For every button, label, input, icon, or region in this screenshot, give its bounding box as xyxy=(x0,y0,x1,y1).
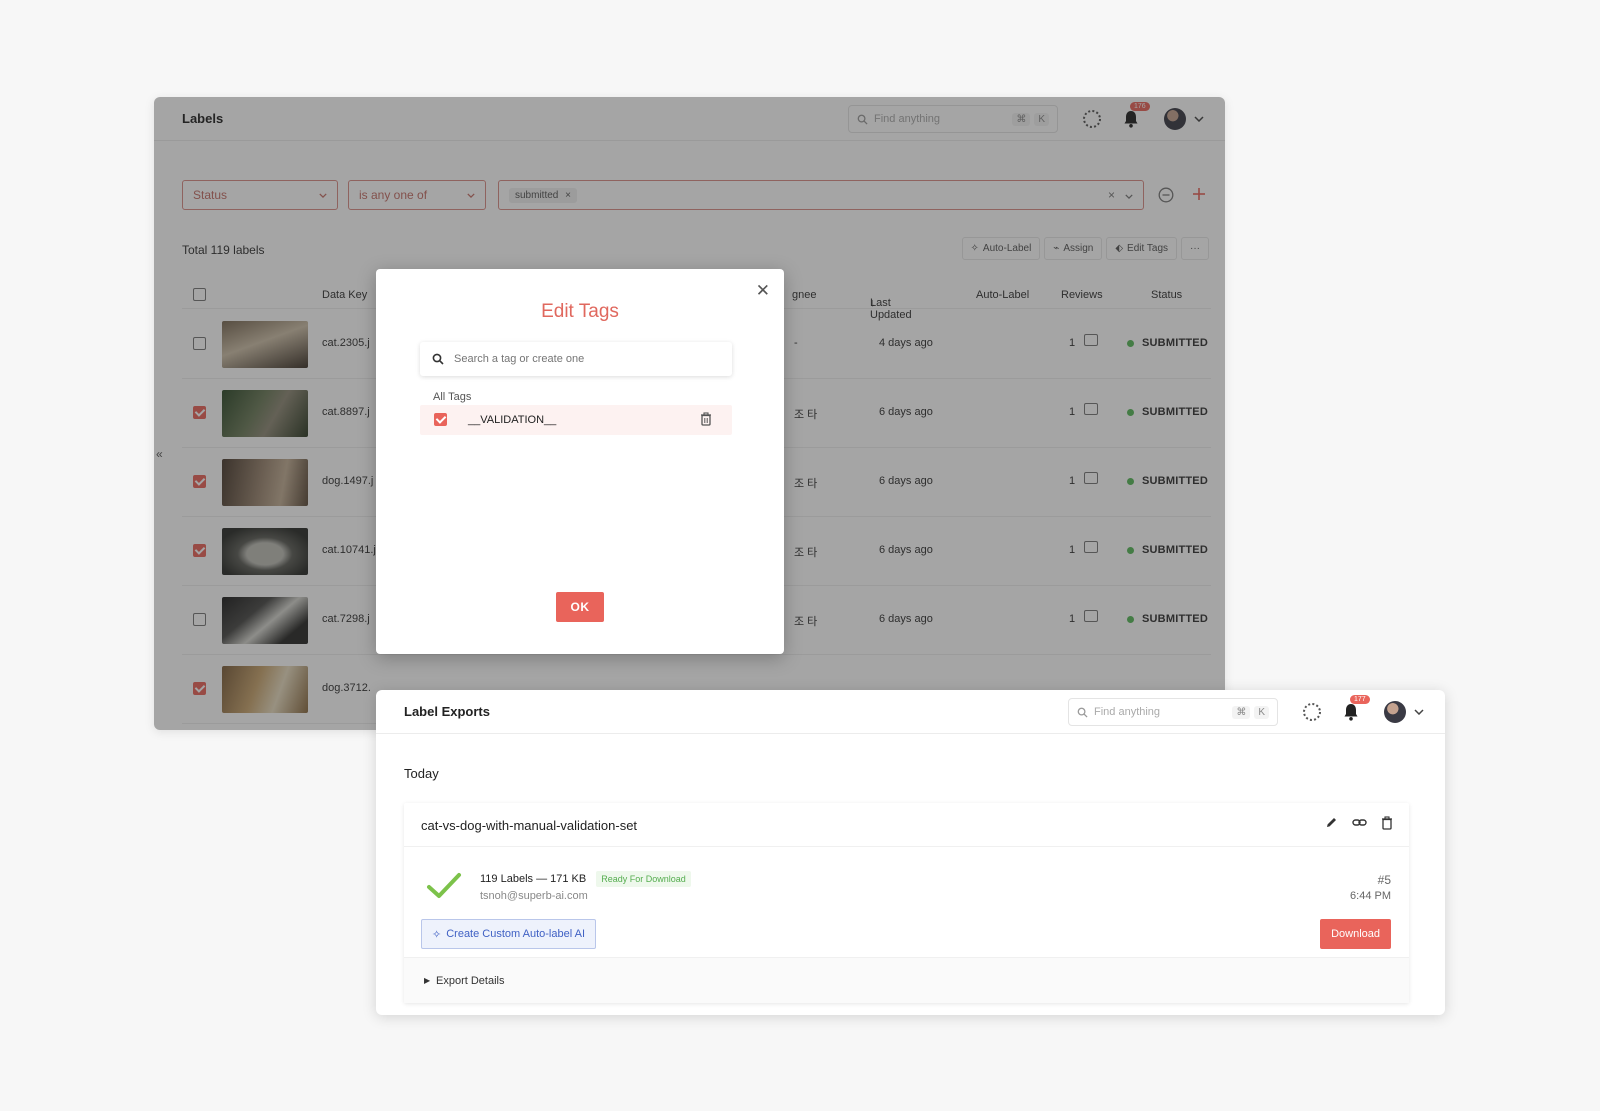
search-placeholder: Find anything xyxy=(1094,706,1161,718)
tag-item[interactable]: __VALIDATION__ xyxy=(420,405,732,435)
exports-window: Label Exports Find anything ⌘ K 177 Toda… xyxy=(376,690,1445,1015)
export-email: tsnoh@superb-ai.com xyxy=(480,890,588,902)
search-icon xyxy=(1077,707,1088,718)
export-time: 6:44 PM xyxy=(1350,890,1391,902)
export-name: cat-vs-dog-with-manual-validation-set xyxy=(421,818,638,833)
exports-header: Label Exports Find anything ⌘ K 177 xyxy=(376,690,1445,734)
success-check-icon xyxy=(426,871,462,906)
create-auto-label-ai-button[interactable]: ✧ Create Custom Auto-label AI xyxy=(421,919,597,949)
divider xyxy=(404,846,1409,847)
export-summary: 119 Labels — 171 KB xyxy=(480,873,587,885)
section-heading-today: Today xyxy=(404,766,439,781)
export-details-toggle[interactable]: ▶ Export Details xyxy=(404,957,1409,1003)
tag-name: __VALIDATION__ xyxy=(468,414,557,426)
trash-icon[interactable] xyxy=(1381,816,1393,835)
tag-checkbox[interactable] xyxy=(434,413,447,426)
export-details-label: Export Details xyxy=(436,975,505,987)
chevron-down-icon[interactable] xyxy=(1408,701,1430,723)
notification-bell-icon[interactable]: 177 xyxy=(1340,695,1370,723)
trash-icon[interactable] xyxy=(700,412,712,431)
search-input[interactable]: Find anything ⌘ K xyxy=(1068,698,1278,726)
loading-spinner-icon xyxy=(1301,701,1323,723)
sparkle-icon: ✧ xyxy=(432,928,442,941)
caret-right-icon: ▶ xyxy=(424,976,431,985)
close-icon[interactable]: ✕ xyxy=(756,281,770,301)
edit-tags-modal: ✕ Edit Tags All Tags __VALIDATION__ OK xyxy=(376,269,784,654)
create-auto-label-ai-label: Create Custom Auto-label AI xyxy=(446,928,586,940)
ok-button[interactable]: OK xyxy=(556,592,604,622)
all-tags-label: All Tags xyxy=(433,391,472,403)
ready-badge: Ready For Download xyxy=(596,871,691,887)
kbd-cmd: ⌘ xyxy=(1232,705,1251,719)
export-summary-row: 119 Labels — 171 KB Ready For Download xyxy=(480,871,691,887)
tag-search-field[interactable] xyxy=(420,342,732,376)
page-title: Label Exports xyxy=(404,704,490,719)
export-number: #5 xyxy=(1377,873,1391,887)
export-actions xyxy=(1325,816,1393,835)
link-icon[interactable] xyxy=(1352,816,1367,835)
export-card: cat-vs-dog-with-manual-validation-set 11… xyxy=(404,803,1409,1003)
edit-pencil-icon[interactable] xyxy=(1325,816,1338,835)
tag-search-input[interactable] xyxy=(454,353,714,365)
user-avatar[interactable] xyxy=(1384,701,1406,723)
notification-badge: 177 xyxy=(1350,695,1370,704)
modal-title: Edit Tags xyxy=(541,301,619,322)
kbd-k: K xyxy=(1254,705,1269,719)
search-icon xyxy=(432,353,444,365)
download-button[interactable]: Download xyxy=(1320,919,1391,949)
